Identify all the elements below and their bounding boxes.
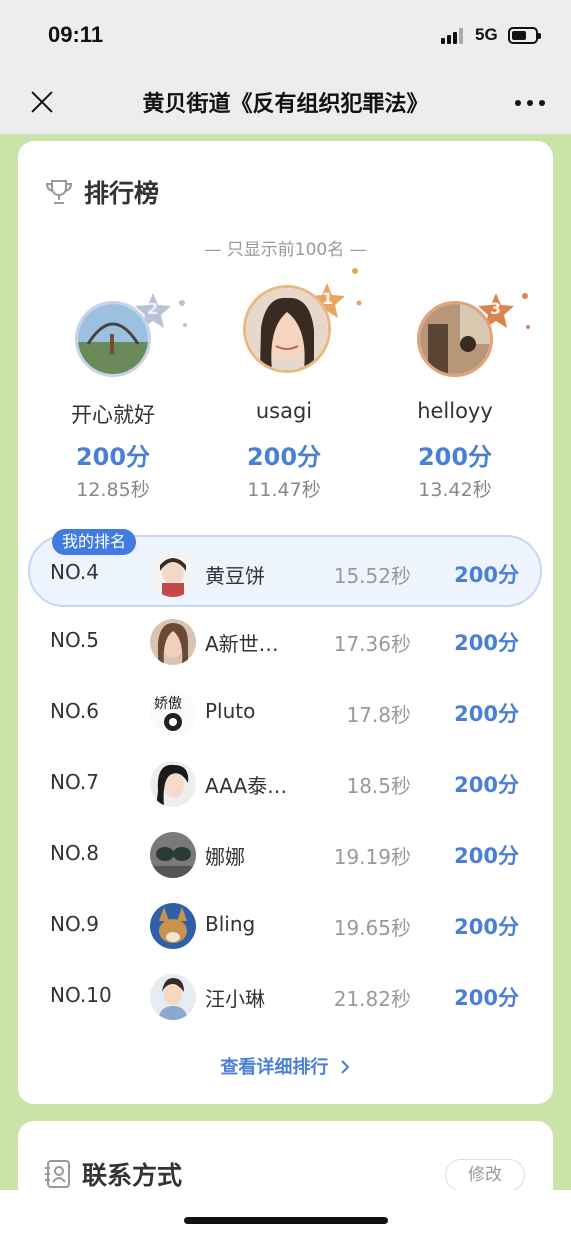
close-icon[interactable] <box>26 86 58 118</box>
avatar <box>150 903 196 949</box>
user-time: 15.52秒 <box>333 564 411 588</box>
detail-link-label: 查看详细排行 <box>220 1057 329 1078</box>
user-name: 汪小琳 <box>205 987 265 1011</box>
edit-button[interactable]: 修改 <box>445 1159 525 1191</box>
ranking-title: 排行榜 <box>84 179 160 208</box>
contact-book-icon <box>45 1160 70 1188</box>
rank-number: NO.6 <box>50 699 99 723</box>
avatar <box>150 761 196 807</box>
list-item[interactable]: NO.9 Bling 19.65秒 200分 <box>18 890 553 962</box>
network-type: 5G <box>475 25 498 44</box>
podium-score: 200分 <box>246 443 322 471</box>
avatar <box>243 285 331 373</box>
podium-score: 200分 <box>417 443 493 471</box>
user-name: Pluto <box>205 699 256 723</box>
podium-name: 开心就好 <box>71 403 155 427</box>
list-item[interactable]: NO.10 汪小琳 21.82秒 200分 <box>18 961 553 1033</box>
chevron-right-icon <box>340 1060 350 1074</box>
view-detail-ranking-link[interactable]: 查看详细排行 <box>18 1053 553 1079</box>
sparkle-icon <box>522 293 530 329</box>
status-bar: 09:11 5G <box>0 0 571 70</box>
contact-header: 联系方式 <box>44 1157 182 1191</box>
avatar <box>75 301 151 377</box>
nav-bar: 黄贝街道《反有组织犯罪法》 <box>0 70 571 134</box>
status-time: 09:11 <box>48 22 104 47</box>
user-name: A新世… <box>205 632 279 656</box>
podium-name: usagi <box>255 399 313 423</box>
rank-number: NO.10 <box>50 983 112 1007</box>
page-title: 黄贝街道《反有组织犯罪法》 <box>142 92 429 117</box>
avatar <box>150 832 196 878</box>
user-score: 200分 <box>454 702 519 726</box>
trophy-icon <box>45 180 73 204</box>
list-item[interactable]: NO.7 AAA泰… 18.5秒 200分 <box>18 748 553 820</box>
sparkle-icon <box>179 300 187 327</box>
list-item[interactable]: NO.5 A新世… 17.36秒 200分 <box>18 606 553 678</box>
user-time: 17.36秒 <box>333 632 411 656</box>
podium-time: 11.47秒 <box>247 479 321 501</box>
list-item[interactable]: NO.6 娇傲 Pluto 17.8秒 200分 <box>18 677 553 749</box>
user-score: 200分 <box>454 986 519 1010</box>
battery-icon <box>508 27 541 44</box>
user-time: 19.65秒 <box>333 916 411 940</box>
podium-time: 12.85秒 <box>76 479 150 501</box>
user-time: 18.5秒 <box>346 774 411 798</box>
rank-number: NO.9 <box>50 912 99 936</box>
avatar: 娇傲 <box>150 690 196 736</box>
my-rank-tag: 我的排名 <box>52 529 137 555</box>
user-score: 200分 <box>454 915 519 939</box>
user-name: 娜娜 <box>205 845 245 869</box>
user-time: 21.82秒 <box>333 987 411 1011</box>
user-score: 200分 <box>454 844 519 868</box>
rank-number: NO.8 <box>50 841 99 865</box>
ranking-subtitle: — 只显示前100名 — <box>204 240 367 260</box>
user-name: Bling <box>205 912 256 936</box>
user-name: 黄豆饼 <box>205 564 265 588</box>
rank-number: NO.5 <box>50 628 99 652</box>
podium-time: 13.42秒 <box>418 479 492 501</box>
bottom-bar <box>0 1190 571 1236</box>
avatar <box>150 551 196 597</box>
avatar <box>150 974 196 1020</box>
list-item[interactable]: NO.8 娜娜 19.19秒 200分 <box>18 819 553 891</box>
user-score: 200分 <box>454 563 519 587</box>
user-score: 200分 <box>454 631 519 655</box>
svg-text:娇傲: 娇傲 <box>154 696 182 712</box>
contact-title: 联系方式 <box>82 1161 183 1190</box>
rank-number: NO.7 <box>50 770 99 794</box>
home-indicator[interactable] <box>184 1217 388 1224</box>
podium-name: helloyy <box>417 399 493 423</box>
ranking-card: 排行榜 — 只显示前100名 — 2 开心就好 200分 12.85秒 1 us… <box>18 141 553 1104</box>
rank-number: NO.4 <box>50 560 99 584</box>
user-time: 17.8秒 <box>346 703 411 727</box>
user-time: 19.19秒 <box>333 845 411 869</box>
avatar <box>150 619 196 665</box>
ranking-header: 排行榜 <box>44 175 159 209</box>
more-icon[interactable] <box>513 100 547 108</box>
podium-score: 200分 <box>75 443 151 471</box>
sparkle-icon <box>352 268 362 306</box>
user-name: AAA泰… <box>205 774 288 798</box>
user-score: 200分 <box>454 773 519 797</box>
signal-icon <box>441 28 467 44</box>
avatar <box>417 301 493 377</box>
